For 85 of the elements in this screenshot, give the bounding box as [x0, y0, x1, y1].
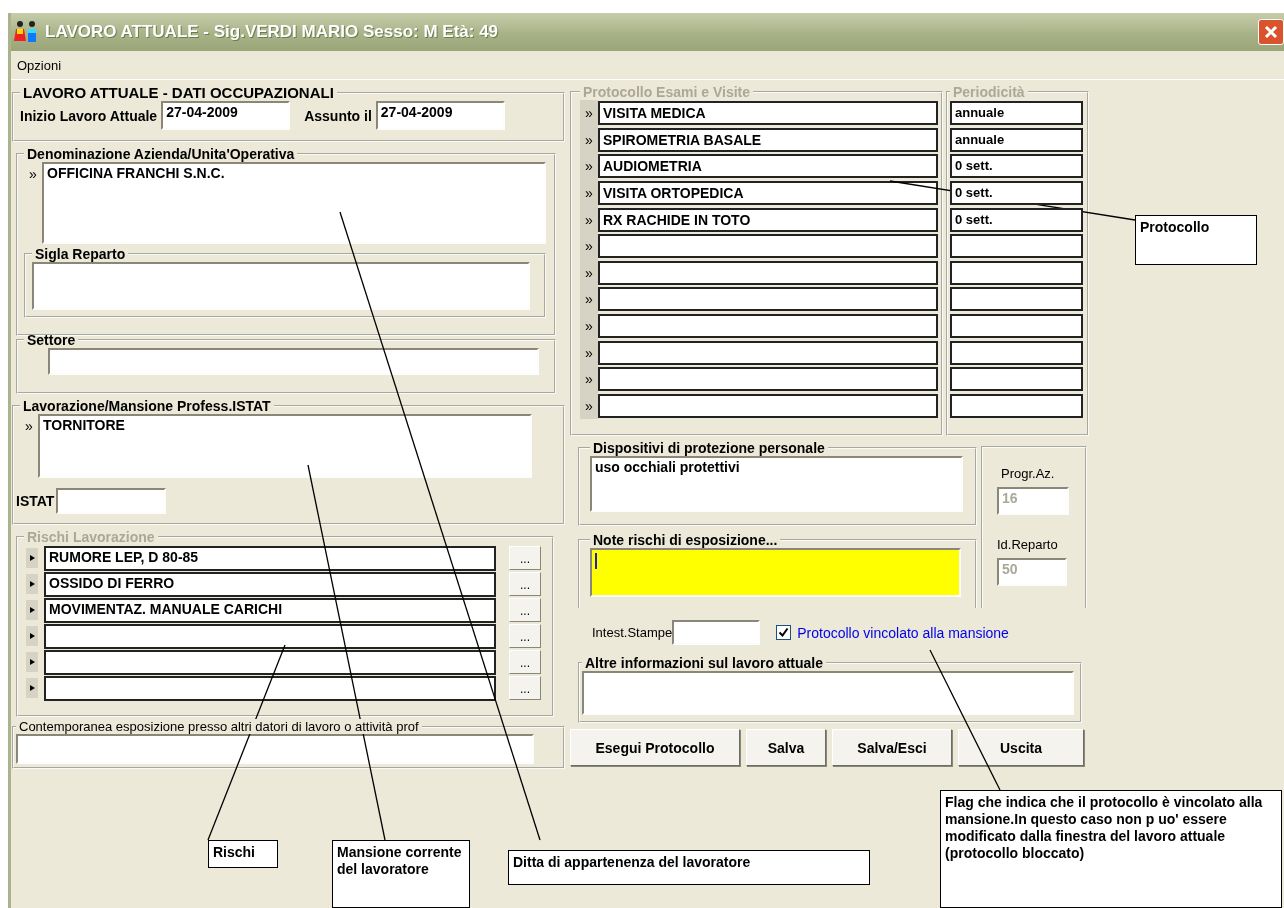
- exam-field[interactable]: [598, 367, 938, 392]
- risk-field[interactable]: [44, 649, 496, 675]
- period-field[interactable]: [950, 287, 1083, 312]
- other-info-field[interactable]: [582, 671, 1074, 715]
- group-title: Lavorazione/Mansione Profess.ISTAT: [22, 398, 272, 414]
- group-title: LAVORO ATTUALE - DATI OCCUPAZIONALI: [22, 84, 335, 101]
- notes-field[interactable]: [590, 548, 961, 597]
- group-title: Denominazione Azienda/Unita'Operativa: [26, 146, 296, 162]
- action-button[interactable]: Uscita: [958, 729, 1084, 766]
- date-field[interactable]: 27-04-2009: [375, 101, 505, 130]
- row-pointer-icon: [26, 678, 38, 698]
- annotation-note: Flag che indica che il protocollo è vincolato alla mansione.In questo caso non p uo' essere modificato dalla finestra del lavoro attuale (protocollo bloccato): [940, 790, 1282, 908]
- field-label: Progr.Az.: [1001, 466, 1056, 481]
- row-marker: »: [580, 232, 598, 260]
- exam-field[interactable]: [598, 260, 938, 285]
- row-marker: »: [580, 153, 598, 180]
- row-pointer-icon: [26, 626, 38, 646]
- row-pointer-icon: [26, 652, 38, 672]
- annotation-note: Ditta di appartenenza del lavoratore: [508, 850, 870, 885]
- row-marker: »: [580, 259, 598, 287]
- period-field[interactable]: [950, 393, 1083, 418]
- ppe-field[interactable]: uso occhiali protettivi: [590, 456, 963, 512]
- group-title: Dispositivi di protezione personale: [592, 440, 826, 456]
- print-header-field[interactable]: [672, 620, 761, 645]
- field-label: Intest.Stampe: [592, 625, 673, 640]
- exam-field[interactable]: [598, 393, 938, 418]
- close-icon: [1263, 24, 1279, 40]
- group-title: Protocollo Esami e Visite: [582, 84, 752, 100]
- menu-item[interactable]: Opzioni: [13, 55, 66, 75]
- row-marker: »: [580, 392, 598, 420]
- group-title: Sigla Reparto: [34, 246, 127, 262]
- period-field[interactable]: [950, 314, 1083, 339]
- period-field[interactable]: [950, 234, 1083, 259]
- field-label: Inizio Lavoro Attuale: [20, 107, 158, 124]
- job-field[interactable]: TORNITORE: [38, 414, 532, 478]
- group-title: Rischi Lavorazione: [26, 529, 156, 545]
- istat-field[interactable]: [56, 488, 167, 514]
- group-title: Note rischi di esposizione...: [592, 532, 779, 548]
- exam-field[interactable]: [598, 287, 938, 312]
- period-field[interactable]: [950, 340, 1083, 365]
- row-marker: »: [580, 179, 598, 207]
- group-title: Periodicità: [952, 84, 1026, 100]
- date-field[interactable]: 27-04-2009: [161, 101, 291, 130]
- company-field[interactable]: OFFICINA FRANCHI S.N.C.: [42, 162, 546, 244]
- group-title: Altre informazioni sul lavoro attuale: [584, 655, 825, 671]
- row-marker: »: [580, 339, 598, 366]
- annotation-note: Protocollo: [1135, 215, 1257, 265]
- group-title: Contemporanea esposizione presso altri datori di lavoro o attività prof: [16, 719, 422, 734]
- row-marker: »: [580, 286, 598, 313]
- field-label: Assunto il: [304, 107, 372, 124]
- annotation-note: Mansione corrente del lavoratore: [332, 840, 470, 908]
- risk-field[interactable]: [44, 675, 496, 701]
- department-field[interactable]: [32, 262, 530, 310]
- text-caret: [595, 553, 597, 569]
- close-button[interactable]: [1258, 19, 1284, 45]
- row-marker: »: [580, 126, 598, 154]
- exposure-field[interactable]: [16, 734, 534, 764]
- row-pointer-icon: [26, 574, 38, 594]
- group-title: Settore: [26, 332, 77, 348]
- row-pointer-icon: [26, 600, 38, 620]
- exam-field[interactable]: [598, 314, 938, 339]
- action-button[interactable]: Esegui Protocollo: [570, 729, 740, 766]
- period-field[interactable]: [950, 260, 1083, 285]
- row-marker: »: [580, 206, 598, 233]
- window-title: LAVORO ATTUALE - Sig.VERDI MARIO Sesso: M Età: 49: [45, 22, 499, 42]
- sector-field[interactable]: [48, 348, 539, 375]
- exam-field[interactable]: [598, 340, 938, 365]
- checkbox[interactable]: [776, 625, 792, 640]
- period-field[interactable]: [950, 367, 1083, 392]
- people-icon: [13, 20, 39, 44]
- annotation-note: Rischi: [208, 840, 278, 868]
- row-marker: »: [28, 165, 38, 182]
- field-label: ISTAT: [16, 493, 55, 509]
- row-marker: »: [24, 417, 34, 434]
- exam-field[interactable]: [598, 234, 938, 259]
- row-marker: »: [580, 312, 598, 340]
- action-button[interactable]: Salva: [746, 729, 826, 766]
- action-button[interactable]: Salva/Esci: [832, 729, 952, 766]
- row-marker: »: [580, 100, 598, 127]
- risk-field[interactable]: [44, 623, 496, 649]
- check-icon: [778, 627, 790, 638]
- field-label: Id.Reparto: [997, 537, 1059, 552]
- row-pointer-icon: [26, 548, 38, 568]
- checkbox-label[interactable]: Protocollo vincolato alla mansione: [797, 624, 1009, 641]
- row-marker: »: [580, 365, 598, 393]
